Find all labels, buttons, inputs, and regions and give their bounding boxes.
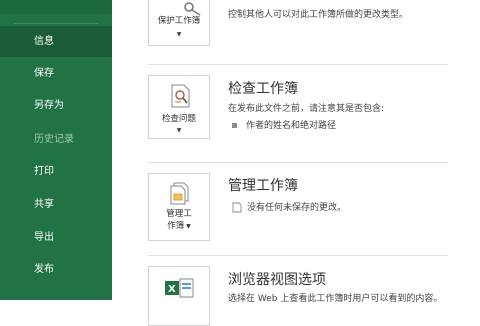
inspect-issues-label: 检查问题 (161, 114, 196, 124)
chevron-down-icon: ▼ (176, 127, 182, 134)
browser-view-description: 选择在 Web 上查看此工作簿时用户可以看到的内容。 (228, 294, 443, 304)
sidebar-item-share[interactable]: 共享 (0, 189, 112, 220)
manage-workbook-label-1: 管理工 (166, 209, 192, 219)
key-icon (184, 2, 201, 16)
inspect-bullet: 作者的姓名和绝对路径 (232, 118, 336, 131)
section-divider (148, 64, 448, 65)
browser-view-title: 浏览器视图选项 (228, 272, 326, 288)
browser-view-options-button[interactable]: X (148, 266, 210, 326)
sidebar-item-save-as[interactable]: 另存为 (0, 90, 112, 121)
sidebar-item-export[interactable]: 导出 (0, 222, 112, 253)
protect-description: 控制其他人可以对此工作簿所做的更改类型。 (228, 10, 409, 20)
chevron-down-icon: ▼ (184, 223, 191, 230)
chevron-down-icon: ▼ (176, 31, 182, 38)
sidebar-item-history: 历史记录 (34, 134, 74, 145)
inspect-title: 检查工作簿 (228, 81, 298, 97)
sidebar-item-info[interactable]: 信息 (0, 26, 112, 57)
section-divider (148, 255, 448, 256)
sidebar-back-area[interactable] (0, 0, 112, 14)
manage-workbook-button[interactable]: 管理工 作簿 ▼ (148, 173, 210, 241)
sidebar-divider (14, 23, 98, 24)
manage-workbook-label-2-text: 作簿 (167, 221, 185, 231)
unsaved-document-icon (232, 202, 242, 213)
manage-workbook-label-2: 作簿 ▼ (149, 221, 209, 232)
section-divider (148, 162, 448, 163)
manage-status-text: 没有任何未保存的更改。 (247, 203, 347, 213)
sidebar-item-print[interactable]: 打印 (0, 156, 112, 187)
manage-title: 管理工作簿 (228, 178, 298, 194)
bullet-icon (232, 123, 237, 128)
protect-workbook-button[interactable]: 保护工作簿 ▼ (148, 0, 210, 46)
inspect-issues-button[interactable]: 检查问题 ▼ (148, 75, 210, 139)
inspect-description: 在发布此文件之前，请注意其是否包含: (228, 104, 385, 114)
manage-document-icon (170, 182, 189, 205)
inspect-document-icon (171, 84, 190, 108)
backstage-sidebar: 信息 保存 另存为 历史记录 打印 共享 导出 发布 (0, 0, 112, 300)
info-content: 保护工作簿 ▼ 控制其他人可以对此工作簿所做的更改类型。 检查问题 ▼ 检查工作… (112, 0, 480, 326)
sidebar-item-save[interactable]: 保存 (0, 58, 112, 89)
manage-status: 没有任何未保存的更改。 (232, 200, 346, 213)
protect-workbook-label: 保护工作簿 (157, 16, 201, 26)
excel-web-icon: X (165, 278, 194, 298)
svg-text:X: X (168, 284, 176, 295)
sidebar-item-publish[interactable]: 发布 (0, 254, 112, 285)
inspect-bullet-text: 作者的姓名和绝对路径 (246, 121, 337, 131)
